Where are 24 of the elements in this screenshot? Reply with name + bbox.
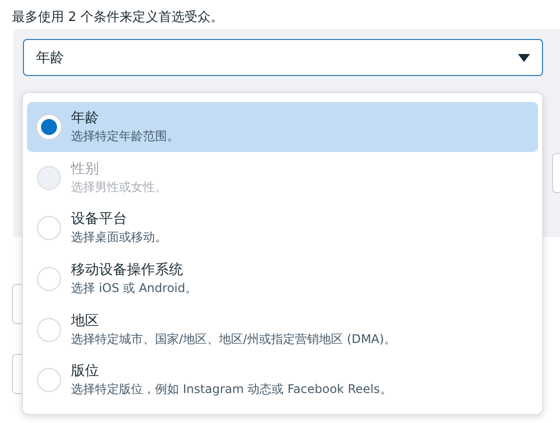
radio-button[interactable] — [37, 216, 61, 240]
instruction-text: 最多使用 2 个条件来定义首选受众。 — [11, 9, 225, 27]
option-description: 选择特定城市、国家/地区、地区/州或指定营销地区 (DMA)。 — [71, 330, 396, 348]
caret-icon — [518, 54, 530, 62]
audience-select[interactable]: 年龄 — [23, 39, 543, 76]
option-title: 移动设备操作系统 — [71, 260, 184, 279]
option-title: 地区 — [71, 312, 100, 330]
option-description: 选择特定版位，例如 Instagram 动态或 Facebook Reels。 — [71, 381, 392, 398]
radio-button[interactable] — [37, 318, 61, 342]
radio-button[interactable] — [37, 368, 61, 392]
option-title: 性别 — [71, 160, 100, 178]
menu-option[interactable]: 设备平台 选择桌面或移动。 — [27, 203, 538, 254]
option-description: 选择桌面或移动。 — [71, 229, 167, 246]
menu-option[interactable]: 年龄 选择特定年龄范围。 — [27, 102, 538, 152]
radio-button[interactable] — [37, 266, 61, 291]
option-title: 设备平台 — [71, 210, 128, 228]
option-title: 年龄 — [71, 108, 100, 127]
option-title: 版位 — [71, 362, 100, 380]
menu-option[interactable]: 移动设备操作系统 选择 iOS 或 Android。 — [27, 254, 538, 304]
option-description: 选择特定年龄范围。 — [71, 128, 179, 145]
option-description: 选择男性或女性。 — [71, 178, 167, 196]
menu-option[interactable]: 版位 选择特定版位，例如 Instagram 动态或 Facebook Reels。 — [27, 355, 538, 406]
menu-option[interactable]: 地区 选择特定城市、国家/地区、地区/州或指定营销地区 (DMA)。 — [27, 304, 538, 354]
option-description: 选择 iOS 或 Android。 — [71, 280, 198, 297]
